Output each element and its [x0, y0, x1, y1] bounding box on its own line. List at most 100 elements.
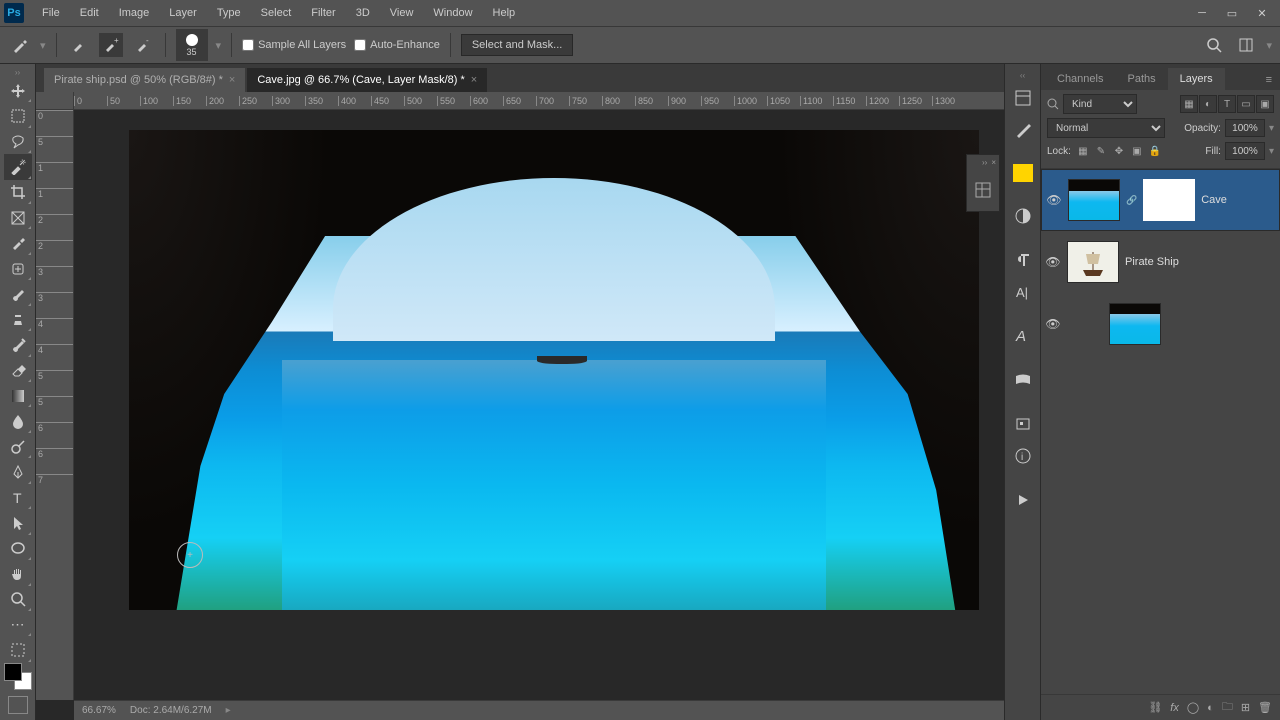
layer-thumbnail[interactable] — [1109, 303, 1161, 345]
quick-select-add-icon[interactable] — [67, 33, 91, 57]
doc-size[interactable]: Doc: 2.64M/6.27M — [130, 705, 212, 716]
close-tab-icon[interactable]: × — [229, 74, 235, 86]
close-button[interactable]: ✕ — [1248, 4, 1276, 22]
workspace-switcher-icon[interactable] — [1234, 33, 1258, 57]
zoom-tool[interactable] — [4, 587, 32, 612]
color-swatches[interactable] — [4, 663, 32, 690]
layer-style-icon[interactable]: fx — [1170, 702, 1179, 714]
gradient-tool[interactable] — [4, 383, 32, 408]
menu-image[interactable]: Image — [109, 3, 160, 23]
edit-toolbar[interactable]: ⋯ — [4, 612, 32, 637]
menu-edit[interactable]: Edit — [70, 3, 109, 23]
libraries-panel-icon[interactable] — [1009, 366, 1037, 394]
search-icon[interactable] — [1202, 33, 1226, 57]
layer-filter-kind[interactable]: Kind — [1063, 94, 1137, 114]
path-selection-tool[interactable] — [4, 510, 32, 535]
visibility-toggle-icon[interactable]: 👁 — [1046, 193, 1062, 207]
history-panel-icon[interactable] — [1009, 84, 1037, 112]
eraser-tool[interactable] — [4, 358, 32, 383]
new-layer-icon[interactable]: ⊞ — [1241, 701, 1250, 714]
quick-selection-tool[interactable] — [4, 154, 32, 179]
properties-icon[interactable] — [974, 181, 992, 199]
lock-position-icon[interactable]: ✥ — [1111, 143, 1127, 159]
blend-mode-select[interactable]: Normal — [1047, 118, 1165, 138]
panel-menu-icon[interactable]: ≡ — [1258, 70, 1280, 90]
lock-all-icon[interactable]: 🔒 — [1147, 143, 1163, 159]
glyphs-panel-icon[interactable]: A — [1009, 322, 1037, 350]
menu-filter[interactable]: Filter — [301, 3, 345, 23]
menu-type[interactable]: Type — [207, 3, 251, 23]
menu-window[interactable]: Window — [423, 3, 482, 23]
layer-name[interactable]: Pirate Ship — [1125, 256, 1179, 268]
shape-tool[interactable] — [4, 536, 32, 561]
lock-pixels-icon[interactable]: ✎ — [1093, 143, 1109, 159]
close-tab-icon[interactable]: × — [471, 74, 477, 86]
filter-adjustment-icon[interactable]: ◐ — [1199, 95, 1217, 113]
blur-tool[interactable] — [4, 408, 32, 433]
adjustments-panel-icon[interactable] — [1009, 202, 1037, 230]
quick-mask-toggle[interactable] — [8, 696, 28, 714]
layer-row-sea[interactable]: 👁 Sea — [1041, 293, 1280, 355]
add-mask-icon[interactable]: ◯ — [1187, 701, 1199, 714]
panel-collapse-icon[interactable]: ›› — [982, 158, 987, 167]
learn-panel-icon[interactable] — [1009, 410, 1037, 438]
filter-smart-icon[interactable]: ▣ — [1256, 95, 1274, 113]
ruler-origin[interactable] — [36, 92, 74, 110]
move-tool[interactable] — [4, 78, 32, 103]
menu-layer[interactable]: Layer — [159, 3, 207, 23]
layer-row-cave[interactable]: 👁 🔗 Cave — [1041, 169, 1280, 231]
filter-pixel-icon[interactable]: ▦ — [1180, 95, 1198, 113]
healing-brush-tool[interactable] — [4, 256, 32, 281]
visibility-toggle-icon[interactable]: 👁 — [1045, 255, 1061, 269]
zoom-level[interactable]: 66.67% — [82, 705, 116, 716]
history-brush-tool[interactable] — [4, 332, 32, 357]
panel-tab-paths[interactable]: Paths — [1115, 68, 1167, 90]
link-layers-icon[interactable]: ⛓ — [1148, 701, 1162, 714]
foreground-color-swatch[interactable] — [4, 663, 22, 681]
info-panel-icon[interactable]: i — [1009, 442, 1037, 470]
layer-mask-thumbnail[interactable] — [1143, 179, 1195, 221]
dodge-tool[interactable] — [4, 434, 32, 459]
canvas-viewport[interactable]: + ››× — [74, 110, 1004, 700]
search-layers-icon[interactable] — [1047, 98, 1059, 110]
fill-input[interactable] — [1225, 142, 1265, 160]
toggle-tool[interactable] — [4, 637, 32, 662]
eyedropper-tool[interactable] — [4, 230, 32, 255]
minimize-button[interactable]: ─ — [1188, 4, 1216, 22]
lock-transparency-icon[interactable]: ▦ — [1075, 143, 1091, 159]
paragraph-panel-icon[interactable] — [1009, 246, 1037, 274]
filter-shape-icon[interactable]: ▭ — [1237, 95, 1255, 113]
layer-row-pirate-ship[interactable]: 👁 Pirate Ship — [1041, 231, 1280, 293]
menu-view[interactable]: View — [380, 3, 424, 23]
lasso-tool[interactable] — [4, 129, 32, 154]
toolbar-expand-handle[interactable]: ›› — [0, 68, 35, 78]
current-tool-icon[interactable] — [8, 33, 32, 57]
opacity-input[interactable] — [1225, 119, 1265, 137]
brush-tool[interactable] — [4, 281, 32, 306]
type-tool[interactable]: T — [4, 485, 32, 510]
document-tab-2[interactable]: Cave.jpg @ 66.7% (Cave, Layer Mask/8) *× — [247, 68, 487, 92]
lock-artboard-icon[interactable]: ▣ — [1129, 143, 1145, 159]
quick-select-sub-icon[interactable]: - — [131, 33, 155, 57]
new-group-icon[interactable]: 🗀 — [1222, 698, 1233, 717]
sample-all-layers-checkbox[interactable]: Sample All Layers — [242, 39, 346, 51]
panel-tab-channels[interactable]: Channels — [1045, 68, 1115, 90]
hand-tool[interactable] — [4, 561, 32, 586]
play-action-icon[interactable] — [1009, 486, 1037, 514]
filter-type-icon[interactable]: T — [1218, 95, 1236, 113]
select-and-mask-button[interactable]: Select and Mask... — [461, 34, 574, 56]
clone-stamp-tool[interactable] — [4, 307, 32, 332]
menu-select[interactable]: Select — [251, 3, 302, 23]
delete-layer-icon[interactable]: 🗑 — [1258, 701, 1272, 714]
properties-collapsed-panel[interactable]: ›› × — [966, 154, 1000, 212]
document-tab-1[interactable]: Pirate ship.psd @ 50% (RGB/8#) *× — [44, 68, 245, 92]
visibility-toggle-icon[interactable]: 👁 — [1045, 317, 1061, 331]
pen-tool[interactable] — [4, 459, 32, 484]
panel-close-icon[interactable]: × — [991, 158, 996, 167]
layer-name[interactable]: Cave — [1201, 194, 1227, 206]
auto-enhance-checkbox[interactable]: Auto-Enhance — [354, 39, 440, 51]
swatches-panel-icon[interactable] — [1013, 164, 1033, 182]
marquee-tool[interactable] — [4, 103, 32, 128]
statusbar-arrow-icon[interactable]: ▸ — [226, 705, 231, 716]
frame-tool[interactable] — [4, 205, 32, 230]
